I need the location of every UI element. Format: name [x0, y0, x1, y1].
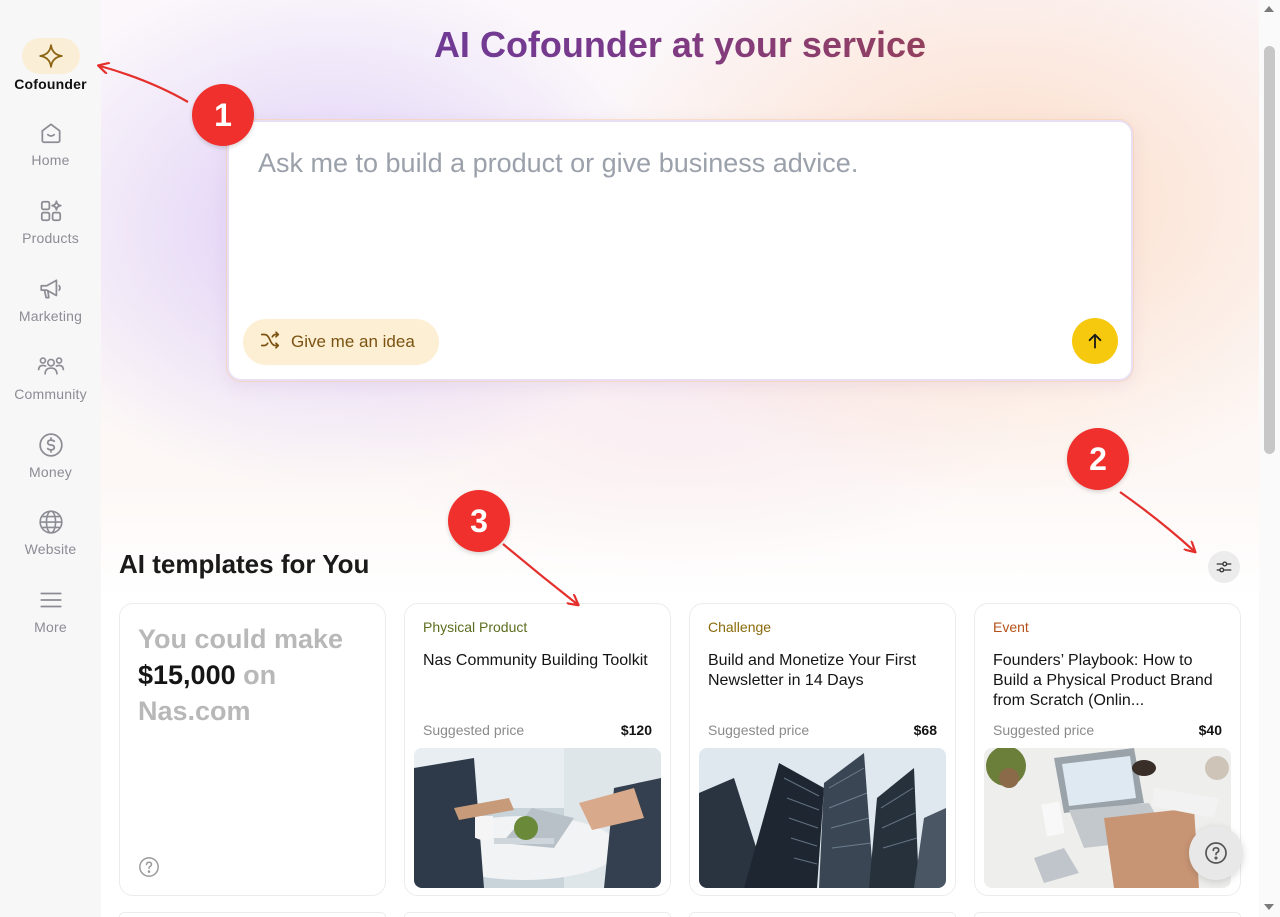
- template-title: Build and Monetize Your First Newsletter…: [708, 652, 917, 689]
- give-idea-label: Give me an idea: [291, 332, 415, 351]
- send-button[interactable]: [1072, 318, 1118, 364]
- scrollbar[interactable]: [1259, 0, 1280, 917]
- earnings-on: on: [243, 660, 277, 690]
- sidebar-item-label: Community: [14, 386, 87, 402]
- template-card-next-row: [119, 912, 386, 917]
- annotation-badge: 3: [448, 490, 510, 552]
- template-title: Founders’ Playbook: How to Build a Physi…: [993, 652, 1213, 709]
- template-image: [414, 748, 661, 888]
- menu-icon: [36, 585, 66, 615]
- globe-icon: [36, 507, 66, 537]
- sidebar-item-label: Website: [24, 541, 77, 557]
- sliders-icon: [1216, 561, 1232, 573]
- home-icon: [36, 118, 66, 148]
- template-card[interactable]: Challenge Build and Monetize Your First …: [689, 603, 956, 896]
- prompt-box[interactable]: Ask me to build a product or give busine…: [227, 120, 1133, 381]
- help-icon[interactable]: [138, 856, 160, 883]
- sidebar-item-marketing[interactable]: Marketing: [0, 274, 101, 324]
- sidebar: Cofounder Home Products Marketing Commun…: [0, 0, 101, 917]
- template-title: Nas Community Building Toolkit: [423, 652, 648, 669]
- earnings-card: You could make $15,000 on Nas.com: [119, 603, 386, 896]
- template-category: Event: [993, 619, 1029, 635]
- shuffle-icon: [259, 329, 281, 356]
- megaphone-icon: [36, 274, 66, 304]
- suggested-price-label: Suggested price: [708, 722, 810, 738]
- sidebar-item-more[interactable]: More: [0, 585, 101, 635]
- sidebar-item-label: More: [34, 619, 67, 635]
- sidebar-item-products[interactable]: Products: [0, 196, 101, 246]
- template-category: Challenge: [708, 619, 772, 635]
- template-card-next-row: [974, 912, 1241, 917]
- sidebar-item-home[interactable]: Home: [0, 118, 101, 168]
- suggested-price: $40: [1198, 722, 1222, 738]
- sidebar-item-label: Cofounder: [14, 76, 87, 92]
- page-title: AI Cofounder at your service: [101, 24, 1259, 66]
- section-title: AI templates for You: [119, 549, 370, 579]
- annotation-badge: 1: [192, 84, 254, 146]
- question-icon: [1205, 842, 1227, 864]
- sidebar-item-website[interactable]: Website: [0, 507, 101, 557]
- floating-help-button[interactable]: [1189, 826, 1243, 880]
- sidebar-item-cofounder[interactable]: Cofounder: [0, 38, 101, 92]
- scroll-down-arrow[interactable]: [1264, 904, 1274, 910]
- sidebar-item-money[interactable]: Money: [0, 430, 101, 480]
- annotation-badge: 2: [1067, 428, 1129, 490]
- dollar-icon: [36, 430, 66, 460]
- sidebar-item-community[interactable]: Community: [0, 352, 101, 402]
- suggested-price-label: Suggested price: [993, 722, 1095, 738]
- arrow-up-icon: [1088, 333, 1102, 349]
- sidebar-item-label: Home: [31, 152, 70, 168]
- scroll-thumb[interactable]: [1264, 46, 1275, 454]
- suggested-price: $68: [913, 722, 937, 738]
- sparkle-icon: [21, 38, 80, 74]
- sidebar-item-label: Marketing: [18, 308, 83, 324]
- products-icon: [36, 196, 66, 226]
- template-card-next-row: [404, 912, 671, 917]
- suggested-price-label: Suggested price: [423, 722, 525, 738]
- give-idea-button[interactable]: Give me an idea: [243, 319, 439, 365]
- earnings-site: Nas.com: [138, 696, 251, 726]
- earnings-line1: You could make: [138, 624, 344, 654]
- filter-button[interactable]: [1208, 551, 1240, 583]
- template-category: Physical Product: [423, 619, 528, 635]
- earnings-amount-line: $15,000 on: [138, 660, 276, 691]
- prompt-input[interactable]: Ask me to build a product or give busine…: [258, 148, 858, 179]
- people-icon: [36, 352, 66, 382]
- template-card-next-row: [689, 912, 956, 917]
- sidebar-item-label: Money: [28, 464, 73, 480]
- template-image: [699, 748, 946, 888]
- earnings-amount: $15,000: [138, 660, 236, 690]
- template-card[interactable]: Physical Product Nas Community Building …: [404, 603, 671, 896]
- suggested-price: $120: [620, 722, 652, 738]
- sidebar-item-label: Products: [22, 230, 79, 246]
- scroll-up-arrow[interactable]: [1264, 6, 1274, 12]
